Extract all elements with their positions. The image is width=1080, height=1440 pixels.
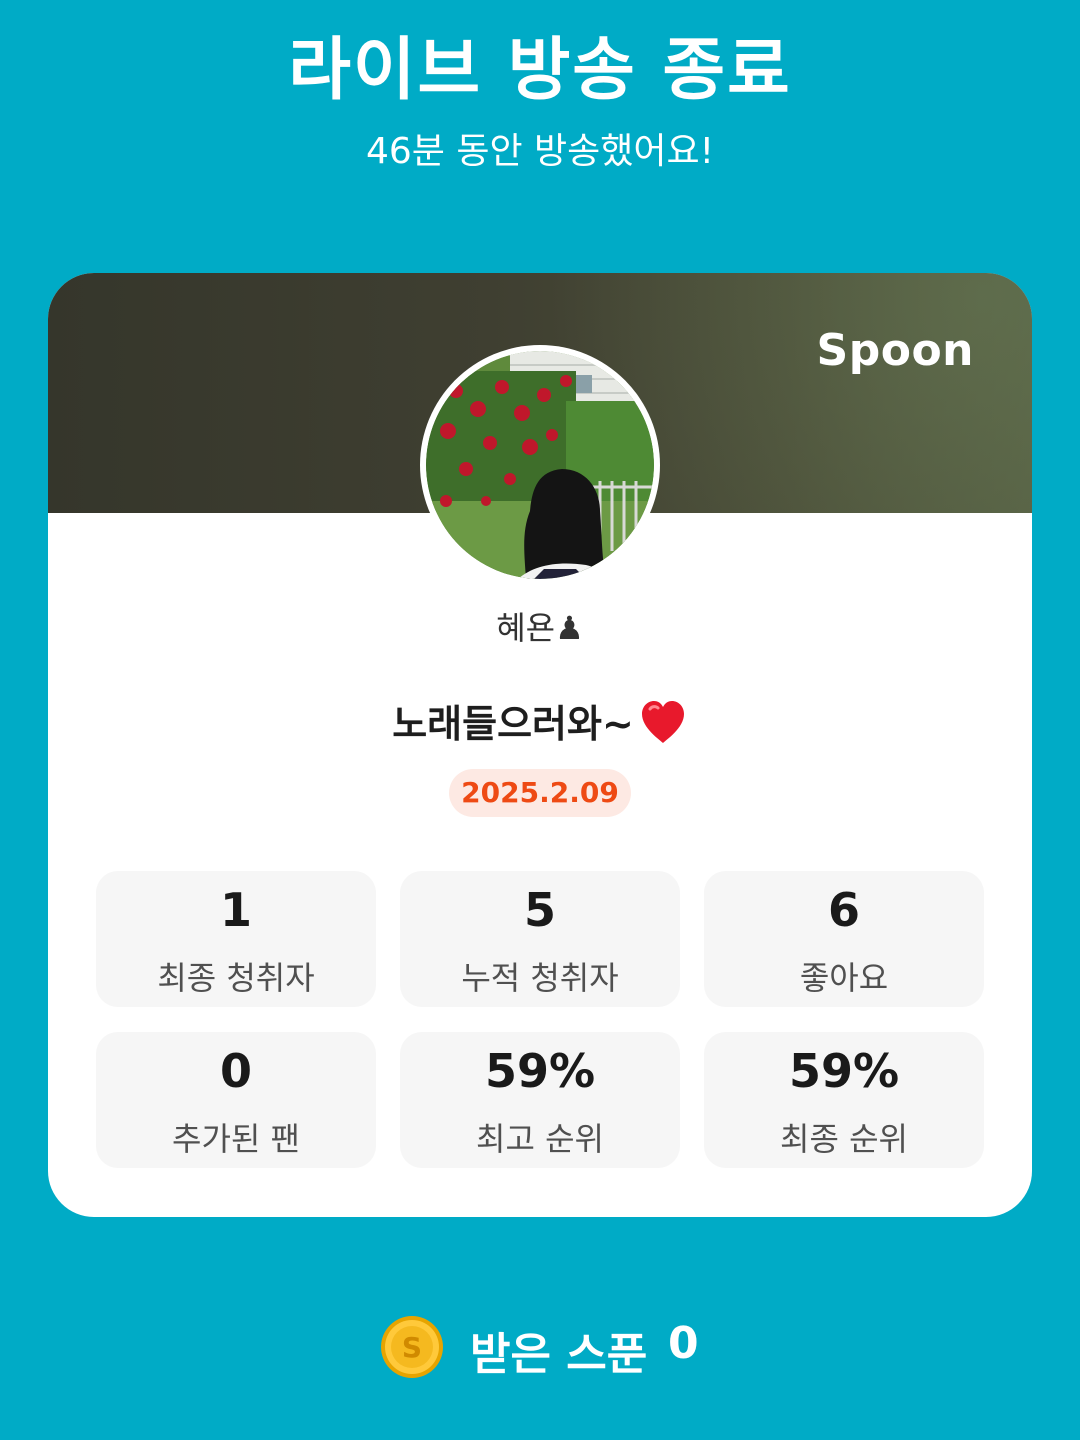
- received-spoons-label: 받은 스푼: [470, 1329, 648, 1380]
- stat-value: 0: [219, 1044, 252, 1098]
- stat-final-listeners: 1 최종 청취자: [96, 871, 376, 1007]
- stat-label: 최고 순위: [476, 1120, 604, 1158]
- stat-total-listeners: 5 누적 청취자: [400, 871, 680, 1007]
- broadcast-summary-screen: 라이브 방송 종료 46분 동안 방송했어요! Spoon 혜욘♟ 노래들으러와…: [0, 0, 1080, 1440]
- stat-value: 5: [523, 883, 556, 937]
- received-spoons-value: 0: [668, 1318, 699, 1369]
- broadcast-title-text: 노래들으러와~: [392, 702, 634, 746]
- username: 혜욘♟: [496, 609, 584, 647]
- heart-icon: [641, 701, 684, 743]
- spoon-coin-icon: S: [381, 1316, 443, 1378]
- stat-best-rank: 59% 최고 순위: [400, 1032, 680, 1168]
- stat-new-fans: 0 추가된 팬: [96, 1032, 376, 1168]
- stat-label: 누적 청취자: [461, 959, 619, 997]
- page-title: 라이브 방송 종료: [288, 31, 792, 110]
- stat-label: 최종 순위: [780, 1120, 908, 1158]
- stat-label: 추가된 팬: [172, 1120, 300, 1158]
- svg-text:S: S: [402, 1331, 422, 1364]
- stat-value: 59%: [788, 1044, 900, 1098]
- received-spoons: S 받은 스푼 0: [0, 1312, 1080, 1382]
- avatar[interactable]: [420, 345, 660, 585]
- date-badge: 2025.2.09: [449, 769, 631, 817]
- stat-value: 6: [827, 883, 860, 937]
- broadcast-card: Spoon 혜욘♟ 노래들으러와~ 2025.2.09 1 최종 청취자 5 누…: [48, 273, 1032, 1217]
- broadcast-title: 노래들으러와~: [48, 693, 1032, 748]
- stat-final-rank: 59% 최종 순위: [704, 1032, 984, 1168]
- duration-subtitle: 46분 동안 방송했어요!: [365, 131, 715, 172]
- spoon-logo: Spoon: [816, 325, 974, 376]
- stat-likes: 6 좋아요: [704, 871, 984, 1007]
- avatar-photo: [426, 351, 654, 579]
- stat-label: 최종 청취자: [157, 959, 315, 997]
- stat-value: 59%: [484, 1044, 596, 1098]
- stat-label: 좋아요: [799, 959, 889, 997]
- stat-value: 1: [219, 883, 252, 937]
